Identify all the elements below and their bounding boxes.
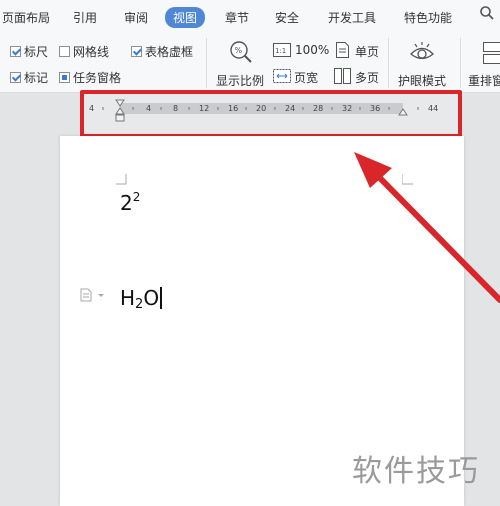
table-gridlines-checkbox-label: 表格虚框 <box>145 43 193 60</box>
superscript-paragraph[interactable]: 22 <box>120 190 140 215</box>
paragraph-handle[interactable] <box>80 288 108 305</box>
svg-text:1:1: 1:1 <box>275 47 286 55</box>
zoom-icon[interactable]: % <box>228 39 254 68</box>
text-cursor <box>160 287 162 309</box>
checkbox-checked[interactable] <box>59 72 70 83</box>
view-ribbon: 标尺 网格线 表格虚框 标记 任务窗格 % 显示比例 1:1 100% 页宽 单… <box>0 34 500 93</box>
table-gridlines-checkbox[interactable]: 表格虚框 <box>131 43 193 60</box>
eye-icon[interactable] <box>408 39 436 68</box>
tab-security[interactable]: 安全 <box>275 9 299 26</box>
checkbox-checked[interactable] <box>131 46 142 57</box>
superscript-text: 2 <box>133 190 141 204</box>
checkbox-checked[interactable] <box>10 46 21 57</box>
h-text: H <box>120 286 135 310</box>
margin-corner-mark <box>116 174 127 185</box>
margin-corner-mark <box>402 174 413 185</box>
watermark-text: 软件技巧 <box>352 446 480 490</box>
marks-checkbox[interactable]: 标记 <box>10 69 48 86</box>
multi-page-label[interactable]: 多页 <box>355 69 379 86</box>
tab-view[interactable]: 视图 <box>165 7 205 28</box>
zoom-label[interactable]: 显示比例 <box>216 72 264 89</box>
checkbox-unchecked[interactable] <box>59 46 70 57</box>
single-page-icon[interactable] <box>336 42 349 61</box>
base-text: 2 <box>120 191 133 215</box>
ruler-checkbox-label: 标尺 <box>24 43 48 60</box>
o-text: O <box>143 286 159 310</box>
eye-mode-label[interactable]: 护眼模式 <box>398 72 446 89</box>
multi-page-icon[interactable] <box>334 68 351 87</box>
rearrange-windows-icon[interactable] <box>483 42 500 67</box>
ribbon-divider <box>460 38 461 88</box>
menu-bar: 页面布局 引用 审阅 视图 章节 安全 开发工具 特色功能 <box>0 0 500 34</box>
tab-references[interactable]: 引用 <box>73 9 97 26</box>
subscript-paragraph[interactable]: H2O <box>120 286 162 312</box>
ribbon-divider <box>388 38 389 88</box>
actual-size-icon[interactable]: 1:1 <box>273 43 291 60</box>
tab-page-layout[interactable]: 页面布局 <box>2 9 50 26</box>
task-pane-checkbox-label: 任务窗格 <box>73 69 121 86</box>
gridlines-checkbox-label: 网格线 <box>73 43 109 60</box>
gridlines-checkbox[interactable]: 网格线 <box>59 43 109 60</box>
page-width-icon[interactable] <box>273 69 291 86</box>
zoom-100-label[interactable]: 100% <box>295 43 329 57</box>
svg-text:%: % <box>235 46 243 55</box>
page-width-label[interactable]: 页宽 <box>294 69 318 86</box>
ruler-highlight-box <box>80 90 462 138</box>
single-page-label[interactable]: 单页 <box>355 43 379 60</box>
tab-sections[interactable]: 章节 <box>225 9 249 26</box>
tab-special-features[interactable]: 特色功能 <box>404 9 452 26</box>
checkbox-checked[interactable] <box>10 72 21 83</box>
tab-review[interactable]: 审阅 <box>124 9 148 26</box>
rearrange-windows-label[interactable]: 重排窗 <box>468 72 500 89</box>
ruler-checkbox[interactable]: 标尺 <box>10 43 48 60</box>
paragraph-handle-icon <box>80 288 108 302</box>
search-icon[interactable] <box>479 5 495 25</box>
ribbon-divider <box>206 38 207 88</box>
tab-developer[interactable]: 开发工具 <box>328 9 376 26</box>
marks-checkbox-label: 标记 <box>24 69 48 86</box>
task-pane-checkbox[interactable]: 任务窗格 <box>59 69 121 86</box>
